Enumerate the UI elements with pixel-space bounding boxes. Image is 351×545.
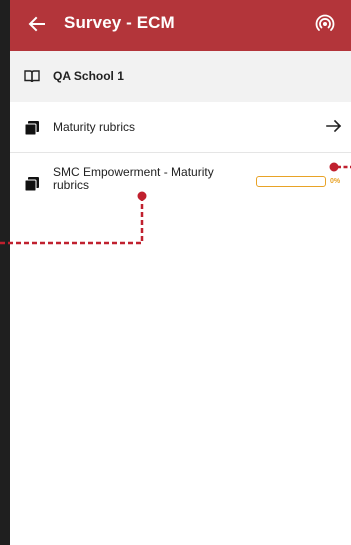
arrow-right-icon[interactable] (325, 117, 343, 135)
school-name: QA School 1 (53, 69, 124, 83)
folder-icon (24, 120, 40, 136)
back-arrow-icon[interactable] (22, 9, 52, 39)
survey-row-smc-empowerment[interactable]: SMC Empowerment - Maturity rubrics 0% (10, 153, 351, 215)
school-row: QA School 1 (10, 51, 351, 103)
survey-label: SMC Empowerment - Maturity rubrics (53, 165, 214, 192)
app-bar: Survey - ECM (10, 0, 351, 51)
progress-bar (256, 176, 326, 187)
folder-icon (24, 176, 40, 192)
survey-label: Maturity rubrics (53, 120, 136, 134)
broadcast-icon[interactable] (313, 12, 337, 36)
book-open-icon (24, 68, 40, 84)
survey-row-maturity-rubrics[interactable]: Maturity rubrics (10, 102, 351, 153)
page-title: Survey - ECM (64, 13, 175, 32)
progress-percent: 0% (330, 178, 341, 185)
phone-screen: Survey - ECM QA School 1 Maturity rubric… (10, 0, 351, 545)
